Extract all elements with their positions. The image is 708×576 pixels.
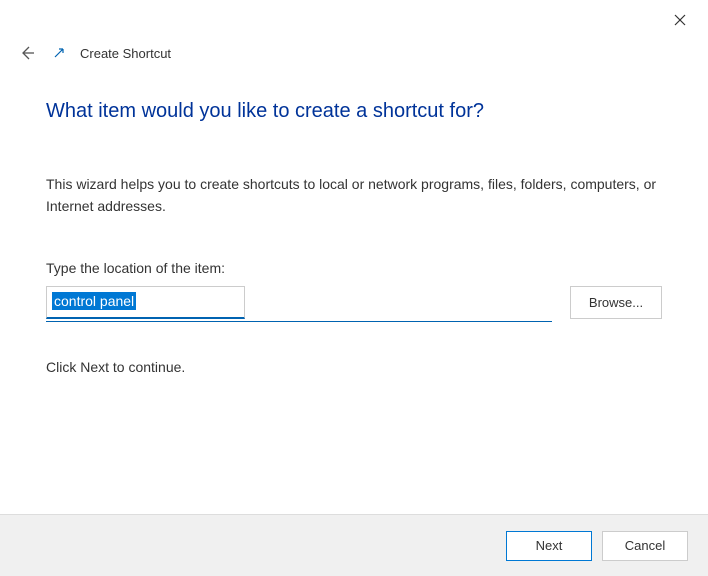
- selected-input-text: control panel: [52, 292, 136, 310]
- browse-button[interactable]: Browse...: [570, 286, 662, 319]
- wizard-heading: What item would you like to create a sho…: [46, 100, 662, 123]
- next-button[interactable]: Next: [506, 531, 592, 561]
- cancel-button[interactable]: Cancel: [602, 531, 688, 561]
- window-title: Create Shortcut: [80, 46, 171, 61]
- input-focus-underline: [46, 321, 552, 322]
- shortcut-icon: [52, 46, 66, 60]
- close-button[interactable]: [670, 10, 690, 30]
- wizard-footer: Next Cancel: [0, 514, 708, 576]
- location-input-wrapper: control panel: [46, 286, 552, 319]
- wizard-description: This wizard helps you to create shortcut…: [46, 173, 662, 218]
- continue-instruction: Click Next to continue.: [46, 359, 662, 375]
- wizard-header: Create Shortcut: [0, 0, 708, 64]
- back-arrow-icon[interactable]: [16, 42, 38, 64]
- wizard-content: What item would you like to create a sho…: [0, 64, 708, 375]
- location-input-label: Type the location of the item:: [46, 260, 662, 276]
